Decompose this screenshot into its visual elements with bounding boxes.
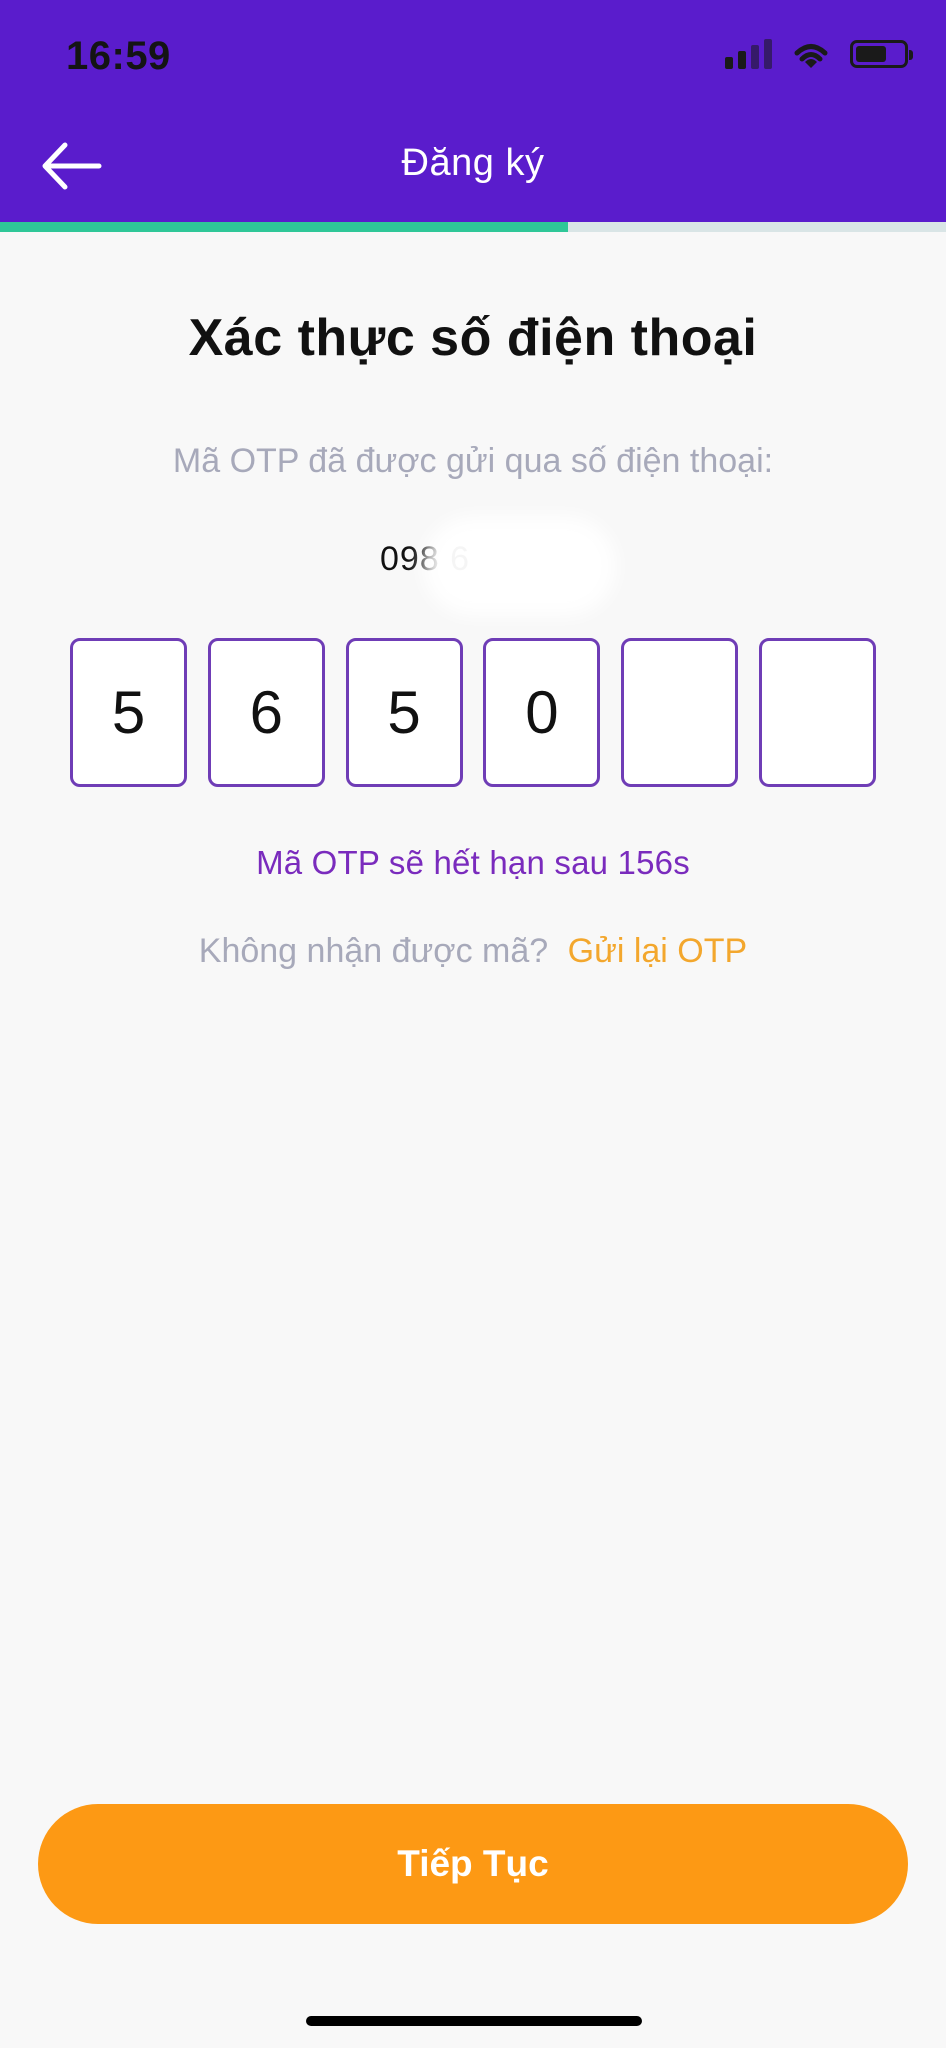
- app-header: 16:59 Đăng ký: [0, 0, 946, 222]
- progress-bar: [0, 222, 946, 232]
- wifi-icon: [790, 38, 832, 70]
- signal-icon: [725, 39, 772, 69]
- status-time: 16:59: [66, 34, 171, 78]
- phone-number-mask: [437, 530, 603, 602]
- otp-instruction: Mã OTP đã được gửi qua số điện thoại:: [172, 442, 774, 480]
- resend-prompt: Không nhận được mã?: [198, 932, 549, 970]
- otp-digit-2[interactable]: 6: [207, 638, 325, 787]
- otp-digit-1[interactable]: 5: [70, 638, 187, 787]
- home-indicator: [306, 2016, 642, 2026]
- header-title: Đăng ký: [401, 142, 545, 184]
- otp-input-row: 5 6 5 0: [70, 638, 876, 787]
- phone-number: 098 6: [380, 530, 603, 602]
- resend-row: Không nhận được mã? Gửi lại OTP: [0, 932, 946, 971]
- page-title: Xác thực số điện thoại: [188, 309, 758, 367]
- otp-digit-3[interactable]: 5: [345, 638, 463, 787]
- phone-number-wrapper: 098 6: [0, 530, 946, 602]
- otp-digit-4[interactable]: 0: [483, 638, 601, 787]
- otp-expiry-text: Mã OTP sẽ hết hạn sau 156s: [256, 844, 690, 881]
- continue-button[interactable]: Tiếp Tục: [38, 1804, 908, 1924]
- resend-otp-link[interactable]: Gửi lại OTP: [568, 932, 748, 970]
- status-icons: [725, 38, 913, 70]
- otp-digit-5[interactable]: [621, 638, 739, 787]
- otp-digit-6[interactable]: [758, 638, 876, 787]
- battery-icon: [850, 40, 913, 68]
- progress-fill: [0, 222, 568, 232]
